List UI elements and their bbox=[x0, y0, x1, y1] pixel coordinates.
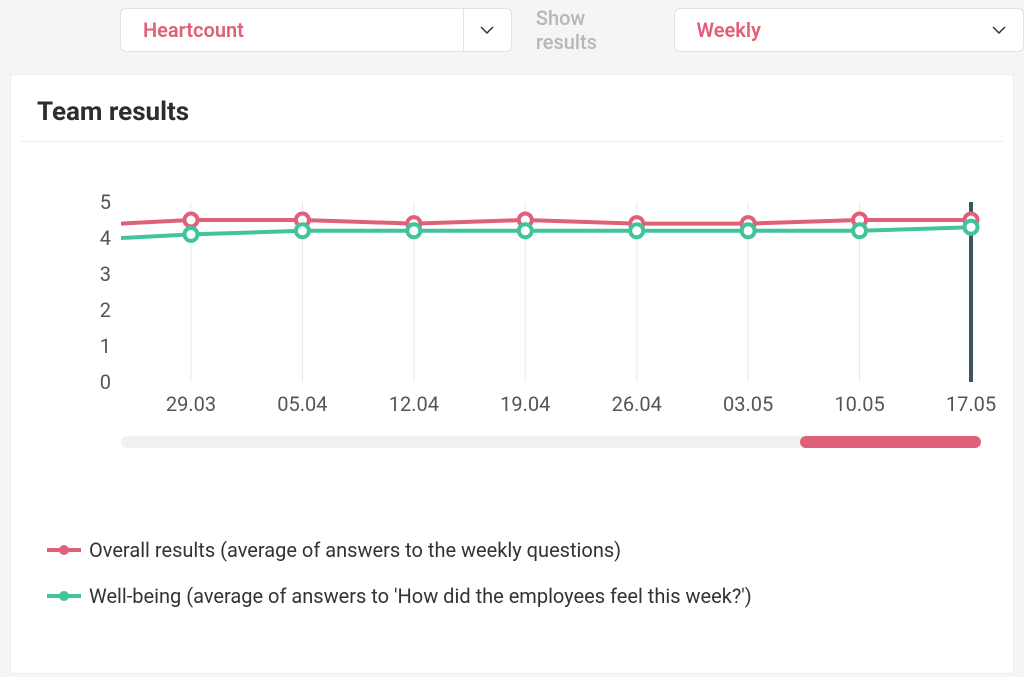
filter-bar: Heartcount Show results Weekly bbox=[0, 0, 1024, 60]
x-axis-ticks: 29.0305.0412.0419.0426.0403.0510.0517.05 bbox=[121, 392, 981, 422]
x-tick-label: 03.05 bbox=[723, 392, 773, 416]
x-tick-label: 26.04 bbox=[612, 392, 662, 416]
chevron-down-icon bbox=[975, 9, 1023, 51]
chart-svg bbox=[121, 202, 981, 382]
plot-area[interactable] bbox=[121, 202, 981, 382]
team-select-value: Heartcount bbox=[121, 18, 463, 42]
page-title: Team results bbox=[11, 75, 1013, 141]
x-tick-label: 12.04 bbox=[389, 392, 439, 416]
legend-label-wellbeing: Well-being (average of answers to 'How d… bbox=[89, 584, 752, 608]
period-select[interactable]: Weekly bbox=[674, 8, 1024, 52]
results-card: Team results 0 1 2 3 4 5 29.03 05.04 12.04 19.04… bbox=[10, 74, 1014, 674]
y-axis-ticks: 012345 bbox=[51, 202, 117, 382]
scrollbar-thumb[interactable] bbox=[800, 436, 981, 448]
x-tick-label: 29.03 bbox=[166, 392, 216, 416]
time-scrollbar[interactable] bbox=[121, 436, 981, 448]
period-select-value: Weekly bbox=[675, 18, 976, 42]
show-results-label: Show results bbox=[536, 6, 650, 54]
legend-item-overall: Overall results (average of answers to t… bbox=[47, 538, 1013, 562]
legend: Overall results (average of answers to t… bbox=[47, 538, 1013, 608]
x-tick-label: 10.05 bbox=[834, 392, 884, 416]
x-tick-label: 19.04 bbox=[500, 392, 550, 416]
y-tick-label: 5 bbox=[51, 190, 111, 214]
legend-swatch-overall bbox=[47, 543, 81, 557]
legend-swatch-wellbeing bbox=[47, 589, 81, 603]
chevron-down-icon bbox=[463, 9, 511, 51]
x-tick-label: 17.05 bbox=[946, 392, 996, 416]
divider bbox=[21, 141, 1003, 142]
y-tick-label: 4 bbox=[51, 226, 111, 250]
y-tick-label: 0 bbox=[51, 370, 111, 394]
y-tick-label: 3 bbox=[51, 262, 111, 286]
chart: 0 1 2 3 4 5 29.03 05.04 12.04 19.04 26.04 03.05 10.… bbox=[51, 182, 1011, 472]
y-tick-label: 2 bbox=[51, 298, 111, 322]
y-tick-label: 1 bbox=[51, 334, 111, 358]
legend-label-overall: Overall results (average of answers to t… bbox=[89, 538, 621, 562]
x-tick-label: 05.04 bbox=[277, 392, 327, 416]
team-select[interactable]: Heartcount bbox=[120, 8, 512, 52]
legend-item-wellbeing: Well-being (average of answers to 'How d… bbox=[47, 584, 1013, 608]
